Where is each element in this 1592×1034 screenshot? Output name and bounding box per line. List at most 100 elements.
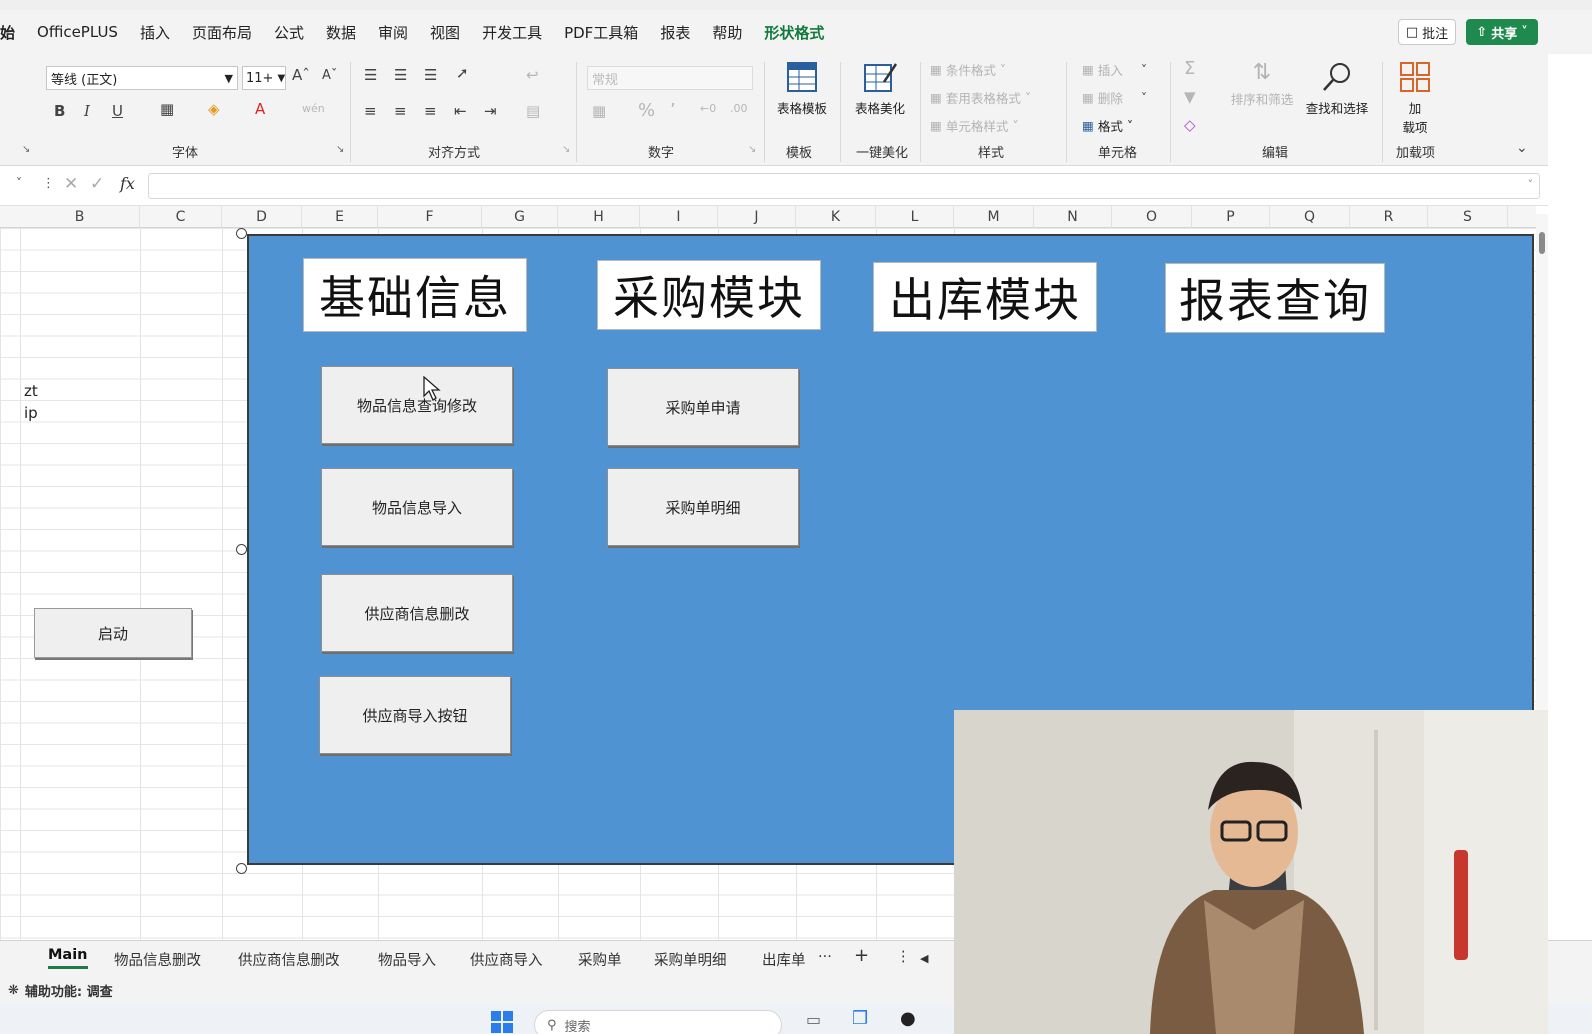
purchase-request-button[interactable]: 采购单申请 <box>607 368 799 446</box>
column-header[interactable]: B <box>20 206 140 228</box>
align-left-icon[interactable]: ≡ <box>364 102 377 120</box>
column-header[interactable]: I <box>640 206 718 228</box>
tab-view[interactable]: 视图 <box>430 22 460 43</box>
column-header[interactable]: N <box>1034 206 1112 228</box>
purchase-detail-button[interactable]: 采购单明细 <box>607 468 799 546</box>
app-icon[interactable]: ❒ <box>852 1008 868 1029</box>
merge-cells-icon[interactable]: ▤ <box>526 102 540 120</box>
tab-review[interactable]: 审阅 <box>378 22 408 43</box>
align-middle-icon[interactable]: ☰ <box>394 66 407 84</box>
align-right-icon[interactable]: ≡ <box>424 102 437 120</box>
orientation-icon[interactable]: ➚ <box>456 64 469 82</box>
table-beautify-button[interactable]: 表格美化 <box>848 60 912 117</box>
insert-cells-button[interactable]: ▦ 插入 ˅ <box>1082 60 1147 79</box>
function-icon[interactable]: fx <box>120 174 135 193</box>
column-header[interactable]: D <box>222 206 302 228</box>
percent-icon[interactable]: % <box>638 100 655 121</box>
font-name-select[interactable]: 等线 (正文) ▼ <box>46 66 238 90</box>
phonetic-icon[interactable]: wén <box>302 102 325 115</box>
align-center-icon[interactable]: ≡ <box>394 102 407 120</box>
align-top-icon[interactable]: ☰ <box>364 66 377 84</box>
font-color-icon[interactable]: A <box>255 100 265 118</box>
tab-shape-format[interactable]: 形状格式 <box>764 22 824 43</box>
column-header[interactable]: C <box>140 206 222 228</box>
underline-icon[interactable]: U <box>112 102 123 120</box>
tab-data[interactable]: 数据 <box>326 22 356 43</box>
column-header[interactable]: F <box>378 206 482 228</box>
column-header[interactable]: P <box>1192 206 1270 228</box>
bold-icon[interactable]: B <box>54 102 65 120</box>
cell-value[interactable]: ip <box>24 404 38 422</box>
table-template-button[interactable]: 表格模板 <box>772 60 832 117</box>
supplier-edit-button[interactable]: 供应商信息删改 <box>321 574 513 652</box>
add-sheet-icon[interactable]: + <box>854 945 869 966</box>
dialog-launcher-icon[interactable]: ↘ <box>336 144 344 155</box>
column-header[interactable]: O <box>1112 206 1192 228</box>
share-button[interactable]: ⇧ 共享 ˅ <box>1466 19 1538 45</box>
clear-icon[interactable]: ◇ <box>1184 116 1196 134</box>
more-sheets-icon[interactable]: ··· <box>818 949 832 965</box>
cell-style-button[interactable]: ▦ 单元格样式 ˅ <box>930 116 1019 135</box>
confirm-icon[interactable]: ✓ <box>90 174 104 194</box>
tab-help[interactable]: 帮助 <box>712 22 742 43</box>
column-header[interactable]: L <box>876 206 954 228</box>
item-query-edit-button[interactable]: 物品信息查询修改 <box>321 366 513 444</box>
decrease-font-icon[interactable]: Aˇ <box>322 68 337 83</box>
sheet-tab[interactable]: 采购单 <box>578 949 622 970</box>
wrap-text-icon[interactable]: ↩ <box>526 66 539 84</box>
sheet-tab[interactable]: 供应商信息删改 <box>238 949 340 970</box>
tab-page-layout[interactable]: 页面布局 <box>192 22 252 43</box>
cell-value[interactable]: zt <box>24 382 38 400</box>
column-header[interactable]: H <box>558 206 640 228</box>
column-header[interactable]: J <box>718 206 796 228</box>
accounting-format-icon[interactable]: ▦ <box>592 102 606 120</box>
collapse-ribbon-icon[interactable]: ⌄ <box>1516 140 1528 156</box>
increase-indent-icon[interactable]: ⇥ <box>484 102 497 120</box>
align-bottom-icon[interactable]: ☰ <box>424 66 437 84</box>
decrease-indent-icon[interactable]: ⇤ <box>454 102 467 120</box>
sheet-tab[interactable]: 供应商导入 <box>470 949 543 970</box>
sheet-tab[interactable]: 物品导入 <box>378 949 436 970</box>
column-header[interactable]: Q <box>1270 206 1350 228</box>
tab-home[interactable]: 始 <box>0 22 15 43</box>
delete-cells-button[interactable]: ▦ 删除 ˅ <box>1082 88 1147 107</box>
increase-font-icon[interactable]: Aˆ <box>292 66 310 84</box>
column-header[interactable]: K <box>796 206 876 228</box>
decrease-decimal-icon[interactable]: .00 <box>730 102 748 115</box>
table-format-button[interactable]: ▦ 套用表格格式 ˅ <box>930 88 1031 107</box>
qq-icon[interactable]: ● <box>900 1008 916 1029</box>
task-view-icon[interactable]: ▭ <box>806 1010 821 1029</box>
column-header[interactable]: E <box>302 206 378 228</box>
tab-formulas[interactable]: 公式 <box>274 22 304 43</box>
addins-button[interactable]: 加 载项 <box>1392 60 1438 136</box>
column-header[interactable]: G <box>482 206 558 228</box>
comma-style-icon[interactable]: ʼ <box>670 100 676 121</box>
accessibility-status[interactable]: 辅助功能: 调查 <box>25 981 113 1000</box>
expand-formula-icon[interactable]: ˅ <box>1528 178 1534 191</box>
dialog-launcher-icon[interactable]: ↘ <box>562 144 570 155</box>
dialog-launcher-icon[interactable]: ↘ <box>22 144 30 155</box>
conditional-format-button[interactable]: ▦ 条件格式 ˅ <box>930 60 1006 79</box>
resize-handle[interactable] <box>236 863 247 874</box>
tab-report[interactable]: 报表 <box>660 22 690 43</box>
tab-insert[interactable]: 插入 <box>140 22 170 43</box>
sheet-tab[interactable]: 出库单 <box>762 949 806 970</box>
item-import-button[interactable]: 物品信息导入 <box>321 468 513 546</box>
comment-button[interactable]: □ 批注 <box>1398 19 1456 45</box>
column-header[interactable]: M <box>954 206 1034 228</box>
name-box-dropdown-icon[interactable]: ˅ <box>16 176 22 190</box>
sheet-tab[interactable]: 物品信息删改 <box>114 949 201 970</box>
dialog-launcher-icon[interactable]: ↘ <box>748 144 756 155</box>
formula-input[interactable]: ˅ <box>148 173 1540 199</box>
cancel-icon[interactable]: ✕ <box>64 174 78 194</box>
border-icon[interactable]: ▦ <box>160 100 174 118</box>
fill-icon[interactable]: ▼ <box>1184 88 1196 106</box>
sheet-tab-main[interactable]: Main <box>48 947 88 969</box>
italic-icon[interactable]: I <box>84 102 90 120</box>
column-header[interactable]: R <box>1350 206 1428 228</box>
windows-start-icon[interactable] <box>490 1010 514 1034</box>
start-button[interactable]: 启动 <box>34 608 192 658</box>
tab-officeplus[interactable]: OfficePLUS <box>37 23 118 41</box>
tab-developer[interactable]: 开发工具 <box>482 22 542 43</box>
find-select-button[interactable]: 查找和选择 <box>1300 60 1374 117</box>
